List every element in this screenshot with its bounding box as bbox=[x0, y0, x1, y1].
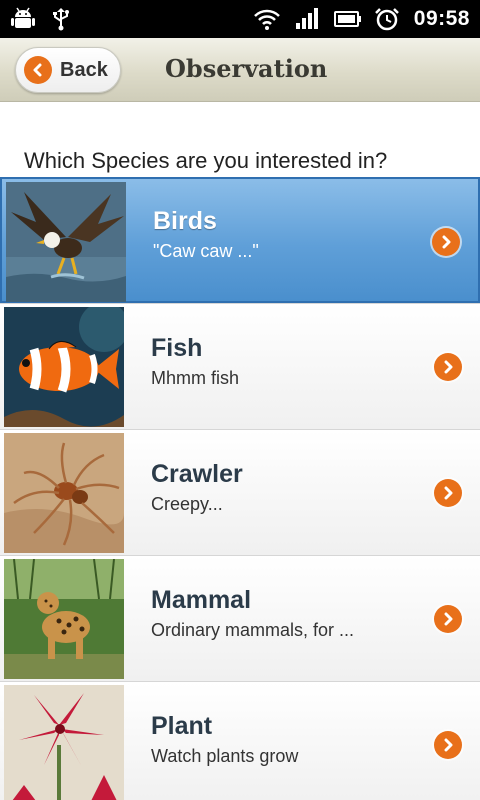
wifi-icon bbox=[253, 7, 280, 31]
back-button[interactable]: Back bbox=[15, 47, 121, 93]
battery-icon bbox=[333, 7, 361, 31]
chevron-right-icon bbox=[434, 353, 462, 381]
list-item-plant[interactable]: Plant Watch plants grow bbox=[0, 681, 480, 800]
question-label: Which Species are you interested in? bbox=[24, 148, 388, 173]
list-item-mammal[interactable]: Mammal Ordinary mammals, for ... bbox=[0, 555, 480, 681]
list-item-birds[interactable]: Birds "Caw caw ..." bbox=[0, 177, 480, 303]
item-subtitle: "Caw caw ..." bbox=[153, 241, 259, 261]
list-item-fish[interactable]: Fish Mhmm fish bbox=[0, 303, 480, 429]
chevron-right-icon bbox=[434, 605, 462, 633]
chevron-left-icon bbox=[24, 56, 52, 84]
species-list: Birds "Caw caw ..." Fish Mhmm fish Crawl… bbox=[0, 177, 480, 800]
alarm-icon bbox=[374, 7, 400, 31]
item-subtitle: Mhmm fish bbox=[151, 368, 240, 388]
item-subtitle: Creepy... bbox=[151, 494, 223, 514]
chevron-right-icon bbox=[434, 731, 462, 759]
android-icon bbox=[10, 7, 36, 31]
back-label: Back bbox=[60, 58, 108, 81]
item-title: Birds bbox=[153, 207, 217, 235]
bird-image bbox=[6, 182, 126, 302]
item-title: Mammal bbox=[151, 586, 252, 614]
usb-icon bbox=[50, 7, 76, 31]
jaguar-image bbox=[4, 559, 124, 679]
signal-icon bbox=[294, 7, 320, 31]
item-title: Fish bbox=[151, 334, 203, 362]
chevron-right-icon bbox=[432, 228, 460, 256]
item-subtitle: Ordinary mammals, for ... bbox=[151, 620, 355, 640]
spider-image bbox=[4, 433, 124, 553]
item-title: Crawler bbox=[151, 460, 243, 488]
fish-image bbox=[4, 307, 124, 427]
list-item-crawler[interactable]: Crawler Creepy... bbox=[0, 429, 480, 555]
flower-image bbox=[4, 685, 124, 800]
status-right: 09:58 bbox=[253, 7, 470, 31]
item-subtitle: Watch plants grow bbox=[151, 746, 299, 766]
header-bar: Back Observation bbox=[0, 38, 480, 102]
status-time: 09:58 bbox=[413, 7, 470, 30]
status-bar: 09:58 bbox=[0, 0, 480, 38]
status-left bbox=[10, 7, 76, 31]
item-title: Plant bbox=[151, 712, 213, 740]
page-title: Observation bbox=[165, 54, 328, 83]
chevron-right-icon bbox=[434, 479, 462, 507]
